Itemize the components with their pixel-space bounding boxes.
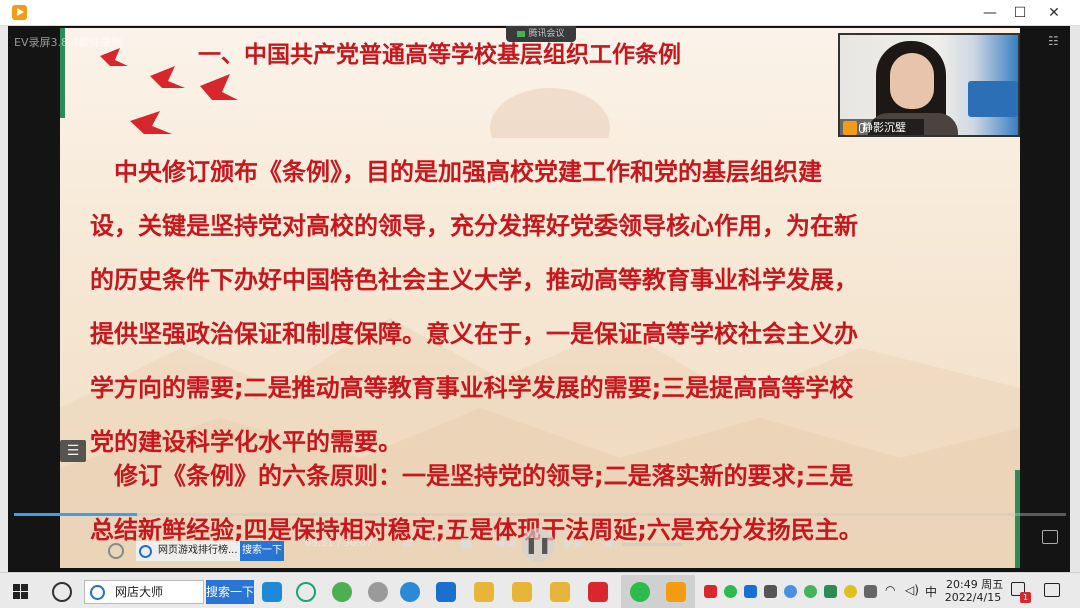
window-titlebar: — ☐ ✕	[0, 0, 1080, 26]
left-edge	[0, 26, 8, 572]
ie-icon	[139, 545, 152, 558]
playback-progress-bar[interactable]	[14, 513, 1066, 516]
baidu-app-icon[interactable]	[400, 582, 420, 602]
clock-time[interactable]: 20:49 周五	[946, 576, 1003, 592]
inner-app-swirl-icon	[108, 543, 124, 559]
slide-paragraph-1: 中央修订颁布《条例》，目的是加强高校党建工作和党的基层组织建 设，关键是坚持党对…	[90, 145, 990, 469]
volume-icon[interactable]: ◀)	[602, 534, 618, 552]
participant-face	[890, 53, 934, 109]
playback-progress-fill	[14, 513, 138, 516]
wps-tray-icon[interactable]	[704, 585, 717, 598]
rewind-icon[interactable]: ◀◀	[494, 534, 516, 552]
windows-taskbar: 网店大师 搜索一下 ◠ ◁) 中 20:49 周五 2022/4/15 1	[0, 572, 1080, 608]
paragraph-line: 修订《条例》的六条原则：一是坚持党的领导;二是落实新的要求;三是	[90, 462, 854, 490]
wechat-icon[interactable]	[630, 582, 650, 602]
inner-taskbar-search-button: 搜索一下	[240, 541, 284, 561]
microphone-icon	[859, 123, 865, 133]
meeting-tray-icon[interactable]	[744, 585, 757, 598]
participant-avatar-icon	[843, 121, 857, 135]
paragraph-line: 提供坚强政治保证和制度保障。意义在于，一是保证高等学校社会主义办	[90, 320, 858, 348]
participant-video-tile[interactable]: 静影沉璧	[838, 33, 1020, 137]
folder-icon[interactable]	[512, 582, 532, 602]
rocket-app-icon[interactable]	[368, 582, 388, 602]
recorder-watermark: EV录屏3.8.4软件录制	[14, 36, 123, 49]
clock-date[interactable]: 2022/4/15	[944, 591, 1002, 604]
yellow-tray-icon[interactable]	[844, 585, 857, 598]
windows-start-icon[interactable]	[13, 584, 28, 599]
ime-indicator[interactable]: 中	[925, 583, 937, 600]
fast-forward-icon[interactable]: ▶▶	[564, 534, 586, 552]
background-sofa	[968, 81, 1018, 117]
network-tray-icon[interactable]	[764, 585, 777, 598]
usb-tray-icon[interactable]	[864, 585, 877, 598]
wifi-icon[interactable]: ◠	[885, 583, 895, 597]
wechat-tray-icon[interactable]	[724, 585, 737, 598]
meeting-app-icon[interactable]	[436, 582, 456, 602]
list-menu-icon[interactable]: ☰	[60, 440, 86, 462]
cloud-tray-icon[interactable]	[784, 585, 797, 598]
shield-tray-icon[interactable]	[824, 585, 837, 598]
green-tray-icon[interactable]	[804, 585, 817, 598]
action-center-icon[interactable]	[1044, 583, 1060, 597]
notification-badge: 1	[1020, 592, 1031, 603]
paragraph-line: 的历史条件下办好中国特色社会主义大学，推动高等教育事业科学发展，	[90, 266, 858, 294]
volume-slider[interactable]	[622, 543, 682, 546]
folder-icon[interactable]	[474, 582, 494, 602]
volume-tray-icon[interactable]: ◁)	[905, 583, 919, 597]
paragraph-line: 中央修订颁布《条例》，目的是加强高校党建工作和党的基层组织建	[90, 158, 822, 186]
pause-button[interactable]: ❚❚	[521, 528, 555, 562]
wps-app-icon[interactable]	[588, 582, 608, 602]
taskbar-search-button[interactable]: 搜索一下	[206, 580, 254, 604]
swirl-app-icon[interactable]	[52, 582, 72, 602]
folder-icon[interactable]	[550, 582, 570, 602]
ie-icon	[90, 585, 105, 600]
grid-layout-icon[interactable]: ☷	[1048, 34, 1062, 48]
security-app-icon[interactable]	[332, 582, 352, 602]
desktop-app-icon[interactable]	[262, 582, 282, 602]
refresh-icon[interactable]: ↻	[428, 534, 440, 552]
paragraph-line: 学方向的需要;二是推动高等教育事业科学发展的需要;三是提高高等学校	[90, 374, 854, 402]
ev-recorder-taskbar-icon[interactable]	[666, 582, 686, 602]
paragraph-line: 设，关键是坚持党对高校的领导，充分发挥好党委领导核心作用，为在新	[90, 212, 858, 240]
ev-recorder-app-icon	[12, 5, 27, 20]
chrome-like-icon[interactable]	[296, 582, 316, 602]
stop-icon[interactable]: ■	[460, 534, 473, 552]
slide-decoration-emblem	[490, 88, 610, 138]
slide-accent-bar-right	[1015, 470, 1020, 568]
picture-in-picture-icon[interactable]	[1042, 530, 1058, 544]
playback-time: 05:51 / 50:07	[305, 538, 373, 549]
screen: — ☐ ✕ 腾讯会议 EV录屏3.8.4软件录制 一、中国共产党普通高等学校基层…	[0, 0, 1080, 608]
right-edge	[1070, 26, 1080, 572]
slide-heading: 一、中国共产党普通高等学校基层组织工作条例	[198, 42, 681, 68]
loop-icon[interactable]: ⇄	[402, 534, 414, 552]
close-button[interactable]: ✕	[1034, 0, 1074, 26]
